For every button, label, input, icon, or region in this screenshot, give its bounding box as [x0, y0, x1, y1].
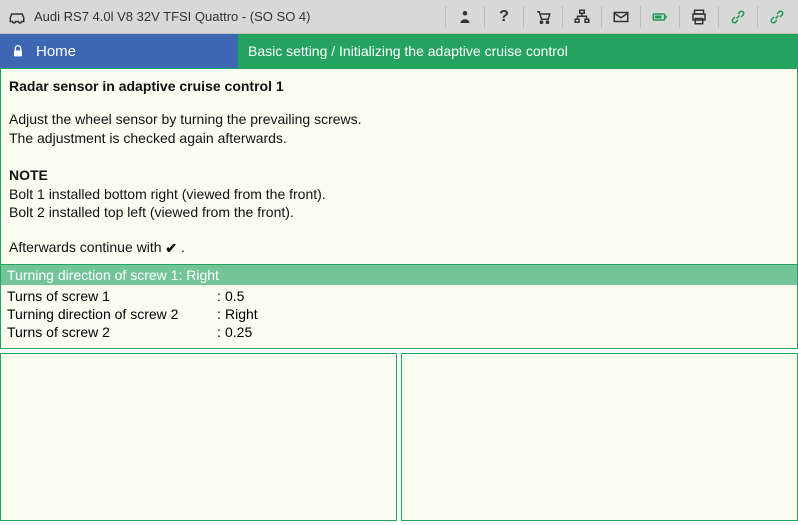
tree-icon [573, 8, 591, 26]
instruction-line: The adjustment is checked again afterwar… [9, 129, 789, 148]
cart-icon [534, 8, 552, 26]
window-title: Audi RS7 4.0l V8 32V TFSI Quattro - (SO … [34, 9, 311, 24]
result-value: 0.5 [225, 287, 244, 305]
results-header-label: Turning direction of screw 1 [7, 267, 178, 283]
car-icon [8, 8, 26, 26]
toolbar-separator [445, 6, 446, 28]
toolbar-separator [718, 6, 719, 28]
continue-suffix: . [177, 239, 185, 255]
result-row: Turns of screw 2 : 0.25 [7, 323, 791, 341]
link-icon [729, 8, 747, 26]
toolbar-separator [757, 6, 758, 28]
breadcrumb: Basic setting / Initializing the adaptiv… [238, 34, 798, 68]
results-rows: Turns of screw 1 : 0.5 Turning direction… [1, 285, 797, 348]
instruction-line: Adjust the wheel sensor by turning the p… [9, 110, 789, 129]
results-header-value: Right [186, 267, 219, 283]
tree-button[interactable] [569, 4, 595, 30]
toolbar-separator [640, 6, 641, 28]
home-label: Home [36, 43, 76, 60]
result-row: Turns of screw 1 : 0.5 [7, 287, 791, 305]
battery-button[interactable] [647, 4, 673, 30]
toolbar: ? [441, 4, 790, 30]
note-line: Bolt 2 installed top left (viewed from t… [9, 203, 789, 222]
continue-line: Afterwards continue with ✔ . [9, 238, 789, 258]
cart-button[interactable] [530, 4, 556, 30]
link-button-1[interactable] [725, 4, 751, 30]
person-button[interactable] [452, 4, 478, 30]
help-icon: ? [499, 8, 509, 26]
instruction-heading: Radar sensor in adaptive cruise control … [9, 77, 789, 96]
bottom-panels [0, 353, 798, 521]
battery-icon [651, 8, 669, 26]
note-label: NOTE [9, 166, 789, 185]
results-panel: Turning direction of screw 1: Right Turn… [0, 265, 798, 349]
bottom-right-pane [401, 353, 798, 521]
print-button[interactable] [686, 4, 712, 30]
person-icon [456, 8, 474, 26]
toolbar-separator [484, 6, 485, 28]
link-icon [768, 8, 786, 26]
continue-prefix: Afterwards continue with [9, 239, 165, 255]
result-value: 0.25 [225, 323, 252, 341]
result-label: Turns of screw 1 [7, 287, 217, 305]
result-value: Right [225, 305, 258, 323]
help-button[interactable]: ? [491, 4, 517, 30]
breadcrumb-text: Basic setting / Initializing the adaptiv… [248, 43, 568, 59]
results-header: Turning direction of screw 1: Right [1, 265, 797, 285]
instruction-panel: Radar sensor in adaptive cruise control … [0, 68, 798, 265]
link-button-2[interactable] [764, 4, 790, 30]
home-button[interactable]: Home [0, 34, 238, 68]
result-label: Turns of screw 2 [7, 323, 217, 341]
check-icon: ✔ [165, 239, 177, 258]
toolbar-separator [601, 6, 602, 28]
toolbar-separator [523, 6, 524, 28]
result-row: Turning direction of screw 2 : Right [7, 305, 791, 323]
toolbar-separator [679, 6, 680, 28]
titlebar: Audi RS7 4.0l V8 32V TFSI Quattro - (SO … [0, 0, 798, 34]
bottom-left-pane [0, 353, 397, 521]
toolbar-separator [562, 6, 563, 28]
print-icon [690, 8, 708, 26]
mail-button[interactable] [608, 4, 634, 30]
mail-icon [612, 8, 630, 26]
note-line: Bolt 1 installed bottom right (viewed fr… [9, 185, 789, 204]
lock-icon [10, 43, 26, 59]
navbar: Home Basic setting / Initializing the ad… [0, 34, 798, 68]
result-label: Turning direction of screw 2 [7, 305, 217, 323]
